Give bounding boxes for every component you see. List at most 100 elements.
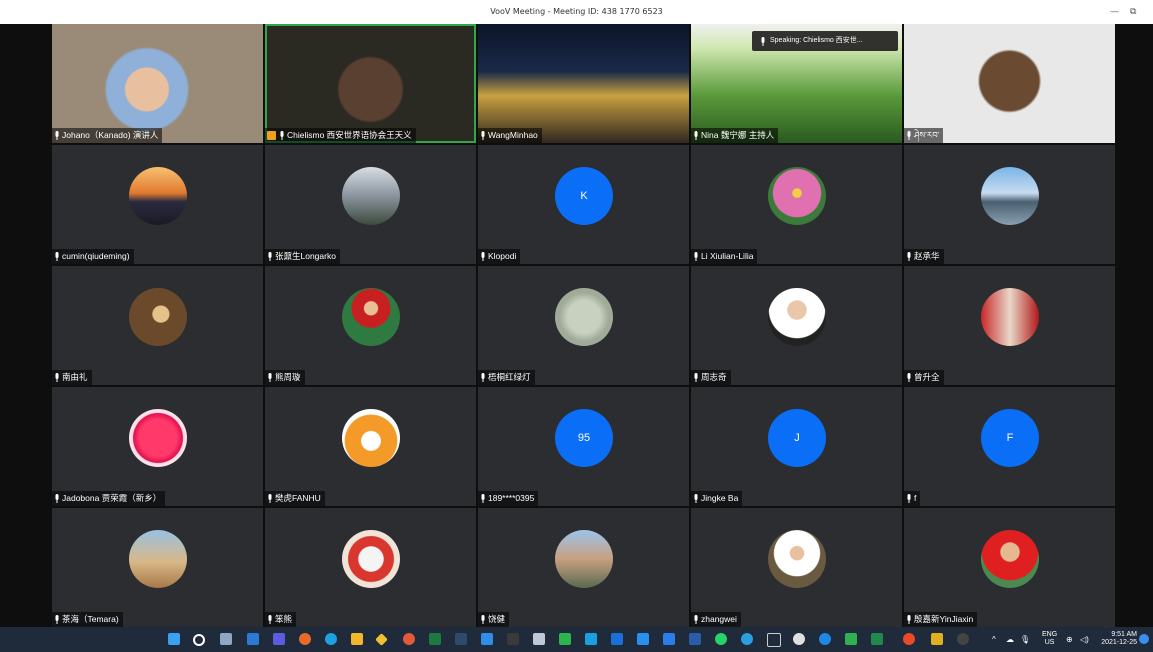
speaking-text: Speaking: Chielismo 西安世...	[770, 37, 863, 44]
participant-name: Jadobona 贾荣霞（新乡）	[62, 493, 162, 503]
widgets-icon[interactable]	[247, 633, 259, 645]
participant-tile[interactable]: 南由礼	[52, 266, 263, 385]
app-icon-2[interactable]	[533, 633, 545, 645]
microphone-icon	[694, 252, 698, 261]
language-indicator[interactable]: ENG US	[1042, 631, 1057, 647]
cloud-icon[interactable]: ☁	[1006, 627, 1014, 652]
participant-nameplate: 殷嘉新YinJiaxin	[904, 612, 978, 627]
avatar	[342, 167, 400, 225]
participant-tile[interactable]: 赵承华	[904, 145, 1115, 264]
restore-button[interactable]: ⧉	[1130, 0, 1136, 24]
microphone-icon	[907, 131, 911, 140]
app-icon-4[interactable]	[819, 633, 831, 645]
task-view-icon[interactable]	[220, 633, 232, 645]
participant-name: 茶海（Temara)	[62, 614, 119, 624]
participant-name: 张鼐生Longarko	[275, 251, 336, 261]
telegram-icon[interactable]	[741, 633, 753, 645]
participant-tile[interactable]: Ff	[904, 387, 1115, 506]
microphone-icon	[694, 494, 698, 503]
zoom-icon[interactable]	[663, 633, 675, 645]
participant-nameplate: 189****0395	[478, 491, 539, 506]
participant-nameplate: ཤེས་རབ་	[904, 128, 944, 143]
search-icon[interactable]	[193, 634, 205, 646]
avatar	[555, 288, 613, 346]
app-icon-5[interactable]	[845, 633, 857, 645]
participant-grid: Johano（Kanado) 演讲人 Chielismo 西安世界语协会王天义 Wa…	[52, 24, 1117, 627]
letter-avatar: J	[768, 409, 826, 467]
app-icon[interactable]	[403, 633, 415, 645]
user-badge-icon	[267, 131, 276, 140]
participant-tile[interactable]: 曾升全	[904, 266, 1115, 385]
start-icon[interactable]	[168, 633, 180, 645]
microphone-icon	[55, 252, 59, 261]
participant-tile[interactable]: Li Xiulian-Lilia	[691, 145, 902, 264]
network-icon[interactable]: ⊕	[1066, 627, 1073, 652]
participant-nameplate: 周志奇	[691, 370, 731, 385]
camera-icon[interactable]	[767, 633, 781, 647]
volume-icon[interactable]: ◁)	[1080, 627, 1089, 652]
voov-meeting-icon[interactable]	[637, 633, 649, 645]
app-icon-6[interactable]	[871, 633, 883, 645]
video-feed	[904, 24, 1115, 143]
bridge-icon[interactable]	[507, 633, 519, 645]
participant-tile[interactable]: zhangwei	[691, 508, 902, 627]
microphone-icon	[268, 615, 272, 624]
participant-name: zhangwei	[701, 614, 737, 624]
notification-icon[interactable]	[1139, 634, 1149, 644]
microphone-icon	[907, 615, 911, 624]
avatar	[129, 167, 187, 225]
file-explorer-icon[interactable]	[351, 633, 363, 645]
teams-icon[interactable]	[273, 633, 285, 645]
app-icon-7[interactable]	[903, 633, 915, 645]
edge-icon[interactable]	[325, 633, 337, 645]
participant-tile[interactable]: 茶海（Temara)	[52, 508, 263, 627]
whatsapp-icon[interactable]	[715, 633, 727, 645]
notes-icon[interactable]	[585, 633, 597, 645]
avatar	[981, 530, 1039, 588]
participant-tile[interactable]: Johano（Kanado) 演讲人	[52, 24, 263, 143]
firefox-icon[interactable]	[299, 633, 311, 645]
minimize-button[interactable]: —	[1110, 0, 1119, 24]
app-icon-8[interactable]	[931, 633, 943, 645]
participant-tile[interactable]: WangMinhao	[478, 24, 689, 143]
participant-tile[interactable]: J Jingke Ba	[691, 387, 902, 506]
participant-tile[interactable]: 熊周璇	[265, 266, 476, 385]
participant-tile[interactable]: cumin(qiudeming)	[52, 145, 263, 264]
participant-nameplate: Jadobona 贾荣霞（新乡）	[52, 491, 166, 506]
participant-nameplate: Nina 魏宁娜 主持人	[691, 128, 779, 143]
participant-tile[interactable]: 殷嘉新YinJiaxin	[904, 508, 1115, 627]
participant-tile[interactable]: 笨熊	[265, 508, 476, 627]
participant-tile[interactable]: 梧桐红绿灯	[478, 266, 689, 385]
excel-icon[interactable]	[429, 633, 441, 645]
binance-icon[interactable]	[375, 633, 388, 646]
word-icon[interactable]	[689, 633, 701, 645]
participant-tile[interactable]: 饶健	[478, 508, 689, 627]
participant-nameplate: WangMinhao	[478, 128, 542, 143]
mic-tray-icon[interactable]: 🎙	[1020, 627, 1030, 652]
microphone-icon	[761, 36, 765, 46]
participant-name: WangMinhao	[488, 130, 538, 140]
lightroom-icon[interactable]	[455, 633, 467, 645]
tray-overflow-icon[interactable]: ^	[992, 627, 996, 652]
participant-tile[interactable]: 樊虎FANHU	[265, 387, 476, 506]
participant-tile[interactable]: 张鼐生Longarko	[265, 145, 476, 264]
participant-name: Johano（Kanado) 演讲人	[62, 130, 159, 140]
speaking-indicator: Speaking: Chielismo 西安世...	[752, 31, 898, 51]
participant-tile[interactable]: ཤེས་རབ་	[904, 24, 1115, 143]
participant-tile[interactable]: K Klopodi	[478, 145, 689, 264]
wechat-icon[interactable]	[559, 633, 571, 645]
app-icon-3[interactable]	[793, 633, 805, 645]
clock[interactable]: 9:51 AM 2021-12-25	[1097, 631, 1137, 647]
participant-tile[interactable]: 95 189****0395	[478, 387, 689, 506]
participant-tile[interactable]: Chielismo 西安世界语协会王天义	[265, 24, 476, 143]
letter-avatar: F	[981, 409, 1039, 467]
participant-name: 梧桐红绿灯	[488, 372, 531, 382]
calendar-icon[interactable]	[611, 633, 623, 645]
window-title: VooV Meeting - Meeting ID: 438 1770 6523	[490, 7, 663, 16]
avatar	[768, 288, 826, 346]
participant-name: Li Xiulian-Lilia	[701, 251, 754, 261]
participant-tile[interactable]: 周志奇	[691, 266, 902, 385]
app-icon-9[interactable]	[957, 633, 969, 645]
outlook-icon[interactable]	[481, 633, 493, 645]
participant-tile[interactable]: Jadobona 贾荣霞（新乡）	[52, 387, 263, 506]
